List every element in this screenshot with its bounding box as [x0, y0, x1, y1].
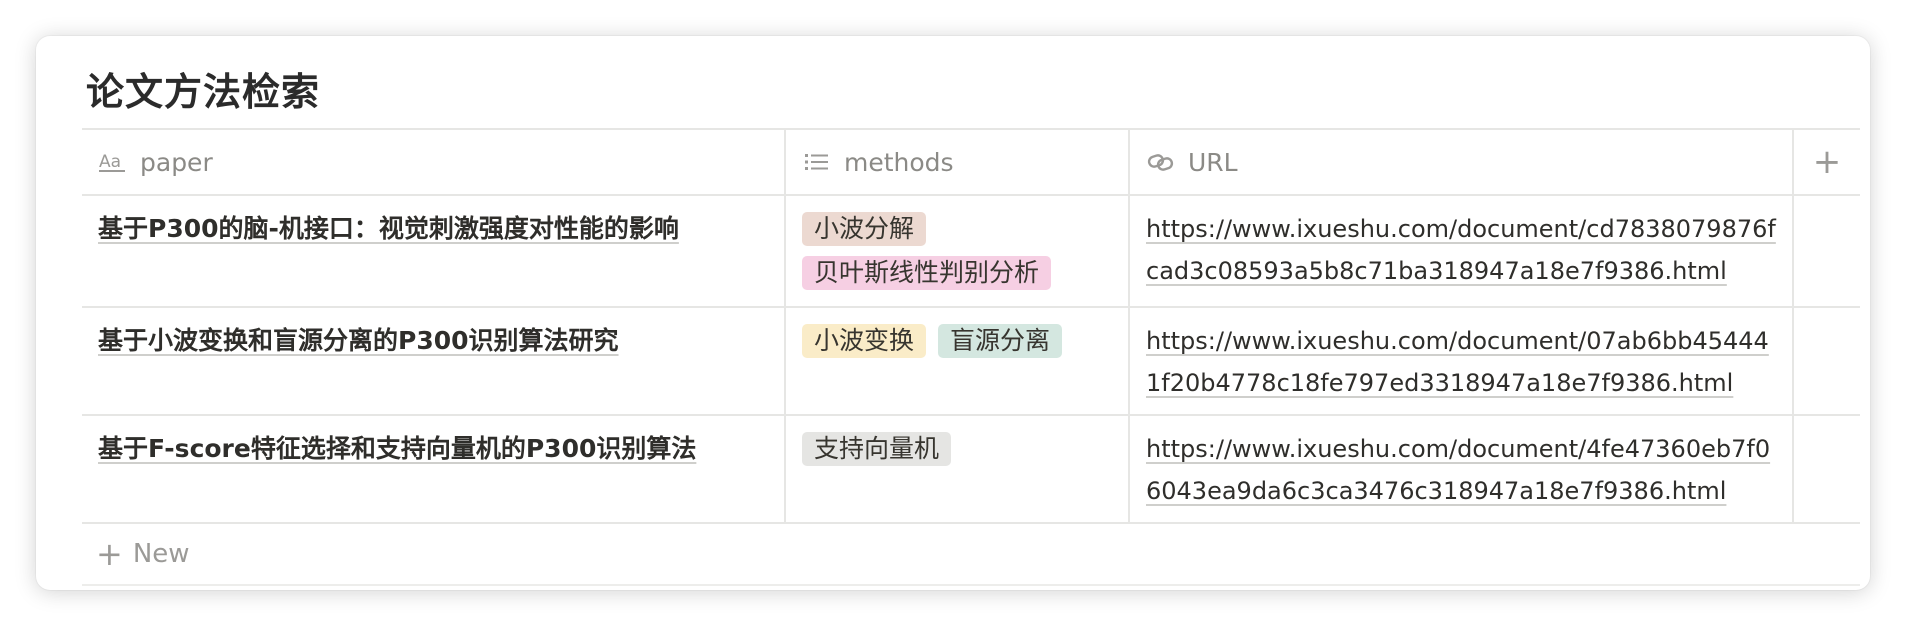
url-cell[interactable]: https://www.ixueshu.com/document/07ab6bb… — [1130, 308, 1794, 414]
column-header-url[interactable]: URL — [1130, 130, 1794, 194]
database-card: 论文方法检索 Aa paper methods URL + 基于P300的脑-机… — [36, 36, 1870, 590]
url-cell[interactable]: https://www.ixueshu.com/document/4fe4736… — [1130, 416, 1794, 522]
method-tag[interactable]: 贝叶斯线性判别分析 — [802, 256, 1052, 290]
column-header-label: URL — [1188, 147, 1238, 177]
methods-cell[interactable]: 小波分解 贝叶斯线性判别分析 — [786, 196, 1130, 306]
table-header: Aa paper methods URL + — [82, 128, 1860, 196]
empty-cell — [1794, 308, 1860, 414]
url-link[interactable]: https://www.ixueshu.com/document/07ab6bb… — [1146, 320, 1776, 404]
method-tag[interactable]: 盲源分离 — [938, 324, 1063, 358]
new-row-label: New — [132, 539, 190, 569]
paper-cell[interactable]: 基于P300的脑-机接口：视觉刺激强度对性能的影响 — [82, 196, 786, 306]
methods-cell[interactable]: 小波变换 盲源分离 — [786, 308, 1130, 414]
paper-cell[interactable]: 基于小波变换和盲源分离的P300识别算法研究 — [82, 308, 786, 414]
plus-icon: + — [96, 535, 123, 573]
paper-title[interactable]: 基于小波变换和盲源分离的P300识别算法研究 — [98, 326, 619, 355]
add-column-button[interactable]: + — [1794, 130, 1860, 194]
url-cell[interactable]: https://www.ixueshu.com/document/cd78380… — [1130, 196, 1794, 306]
database-table: Aa paper methods URL + 基于P300的脑-机接口：视觉刺激… — [82, 128, 1860, 586]
table-row[interactable]: 基于小波变换和盲源分离的P300识别算法研究 小波变换 盲源分离 https:/… — [82, 308, 1860, 416]
method-tag[interactable]: 小波分解 — [802, 212, 927, 246]
paper-cell[interactable]: 基于F-score特征选择和支持向量机的P300识别算法 — [82, 416, 786, 522]
column-header-methods[interactable]: methods — [786, 130, 1130, 194]
method-tag[interactable]: 支持向量机 — [802, 432, 952, 466]
column-header-label: methods — [844, 147, 954, 177]
method-tag[interactable]: 小波变换 — [802, 324, 927, 358]
paper-title[interactable]: 基于P300的脑-机接口：视觉刺激强度对性能的影响 — [98, 214, 679, 243]
database-title[interactable]: 论文方法检索 — [86, 62, 320, 122]
title-text-icon: Aa — [98, 149, 128, 175]
url-link[interactable]: https://www.ixueshu.com/document/4fe4736… — [1146, 428, 1776, 512]
empty-cell — [1794, 196, 1860, 306]
empty-cell — [1794, 416, 1860, 522]
url-link[interactable]: https://www.ixueshu.com/document/cd78380… — [1146, 208, 1776, 292]
methods-tags: 小波变换 盲源分离 — [802, 324, 1112, 358]
methods-tags: 支持向量机 — [802, 432, 1112, 466]
methods-tags: 小波分解 贝叶斯线性判别分析 — [802, 212, 1112, 290]
table-row[interactable]: 基于P300的脑-机接口：视觉刺激强度对性能的影响 小波分解 贝叶斯线性判别分析… — [82, 196, 1860, 308]
list-icon — [802, 149, 832, 175]
column-header-label: paper — [140, 147, 213, 177]
column-header-paper[interactable]: Aa paper — [82, 130, 786, 194]
paper-title[interactable]: 基于F-score特征选择和支持向量机的P300识别算法 — [98, 434, 696, 463]
link-icon — [1146, 149, 1176, 175]
new-row-button[interactable]: + New — [82, 524, 1860, 586]
methods-cell[interactable]: 支持向量机 — [786, 416, 1130, 522]
table-row[interactable]: 基于F-score特征选择和支持向量机的P300识别算法 支持向量机 https… — [82, 416, 1860, 524]
plus-icon: + — [1812, 142, 1842, 182]
svg-text:Aa: Aa — [99, 152, 121, 172]
